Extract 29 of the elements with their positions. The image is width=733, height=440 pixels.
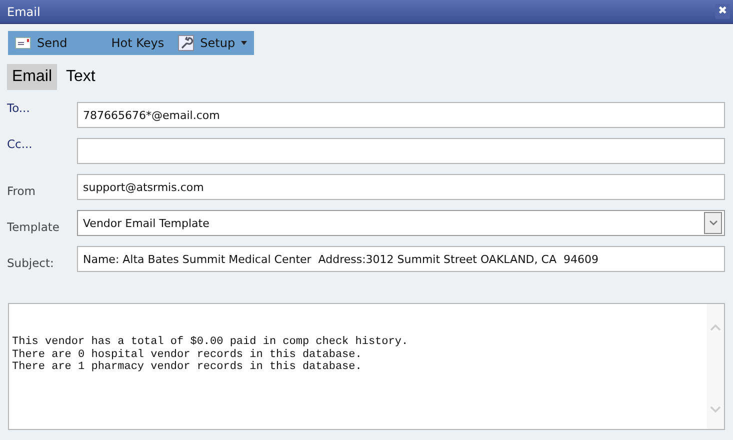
message-body[interactable]: This vendor has a total of $0.00 paid in comp check history. There are 0 hospital vendor records in this database. There are 1 pharmacy vendor records in this database.	[8, 303, 725, 430]
scrollbar[interactable]	[707, 304, 724, 429]
body-text-line: There are 0 hospital vendor records in this database.	[12, 348, 363, 361]
toolbar-button[interactable]: Send	[12, 32, 70, 54]
input-field[interactable]: Name: Alta Bates Summit Medical Center Address:3012 Summit Street OAKLAND, CA 94609	[77, 246, 725, 272]
caret-icon	[241, 41, 248, 45]
envelope-icon	[15, 37, 31, 49]
input-field[interactable]: 787665676*@email.com	[77, 102, 725, 128]
input-field[interactable]	[77, 138, 725, 164]
tab[interactable]: Email	[7, 64, 58, 90]
chevron-up-icon	[710, 324, 721, 331]
wrench-icon	[178, 35, 194, 51]
window-title: Email	[7, 4, 40, 18]
template-dropdown[interactable]: Vendor Email Template	[77, 210, 725, 236]
field-label: Subject:	[7, 255, 55, 270]
chevron-down-icon	[708, 220, 718, 226]
toolbar-button[interactable]: Setup	[175, 32, 250, 54]
body-text-line: There are 1 pharmacy vendor records in this database.	[12, 361, 363, 374]
input-field[interactable]: support@atsrmis.com	[77, 174, 725, 200]
chevron-down-icon	[710, 406, 721, 413]
field-link[interactable]: To...	[7, 101, 77, 115]
body-text-line: This vendor has a total of $0.00 paid in comp check history.	[12, 336, 410, 348]
field-label: From	[7, 183, 36, 198]
tab[interactable]: Text	[61, 64, 100, 90]
close-button[interactable]: ✖	[715, 4, 730, 19]
dropdown-button[interactable]	[704, 212, 722, 234]
field-link[interactable]: Cc...	[7, 137, 77, 151]
toolbar-button[interactable]: Hot Keys	[78, 32, 168, 54]
field-label: Template	[7, 219, 60, 234]
